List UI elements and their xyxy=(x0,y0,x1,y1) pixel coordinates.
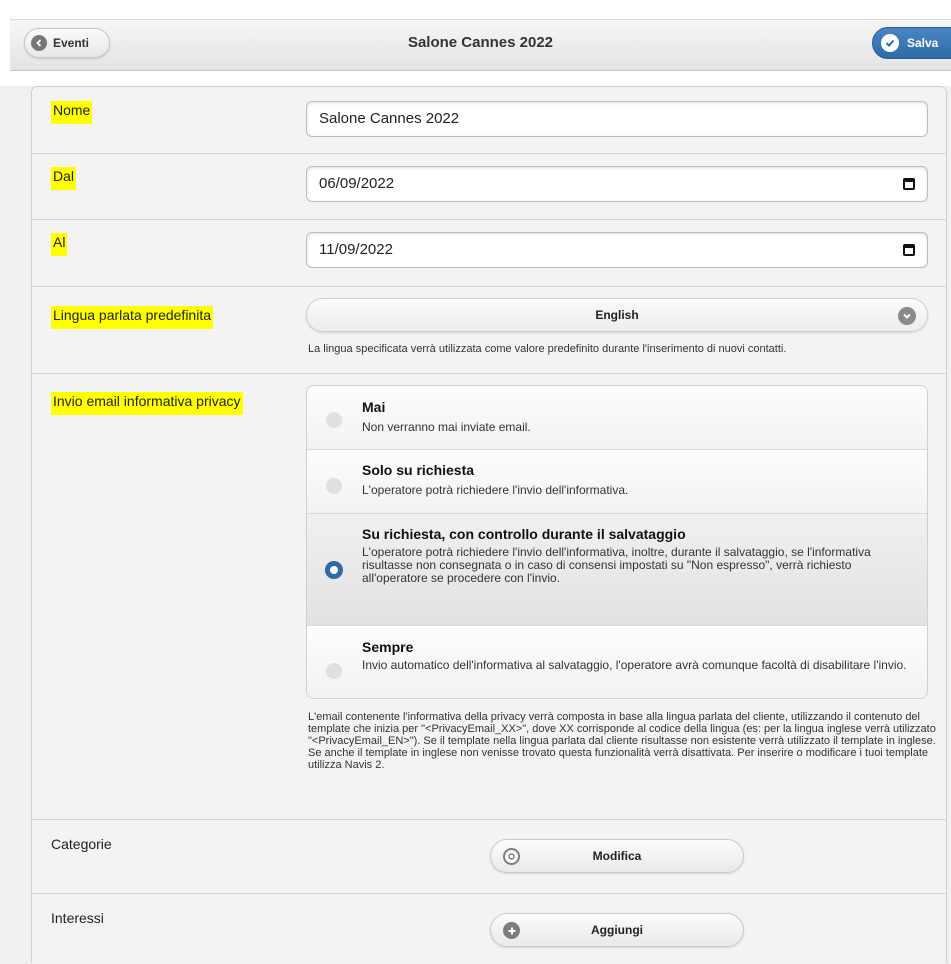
privacy-option-solo-richiesta[interactable]: Solo su richiesta L'operatore potrà rich… xyxy=(307,450,927,514)
row-lingua: Lingua parlata predefinita English La li… xyxy=(32,286,946,374)
aggiungi-button-label: Aggiungi xyxy=(591,923,643,937)
gear-icon xyxy=(503,848,520,865)
page-title: Salone Cannes 2022 xyxy=(407,34,554,51)
header: Eventi Salone Cannes 2022 Salva xyxy=(0,0,951,86)
chevron-down-icon xyxy=(898,307,916,325)
radio-button[interactable] xyxy=(326,412,342,428)
dal-date-input[interactable]: 06/09/2022 xyxy=(306,166,928,202)
option-title: Mai xyxy=(362,399,386,415)
al-date-value: 11/09/2022 xyxy=(319,241,393,258)
modifica-button[interactable]: Modifica xyxy=(490,839,744,873)
dal-label: Dal xyxy=(51,167,77,190)
lingua-selected-value: English xyxy=(595,308,639,322)
row-al: Al 11/09/2022 xyxy=(32,219,946,287)
lingua-label: Lingua parlata predefinita xyxy=(51,306,214,329)
option-description: L'operatore potrà richiedere l'invio del… xyxy=(362,545,871,585)
plus-icon xyxy=(503,922,520,939)
option-description: L'operatore potrà richiedere l'invio del… xyxy=(362,483,629,497)
aggiungi-button[interactable]: Aggiungi xyxy=(490,913,744,947)
radio-button[interactable] xyxy=(326,663,342,679)
radio-button[interactable] xyxy=(326,478,342,494)
header-bar: Eventi Salone Cannes 2022 Salva xyxy=(10,19,951,71)
interessi-label: Interessi xyxy=(51,910,104,926)
row-categorie: Categorie Modifica xyxy=(32,819,946,894)
modifica-button-label: Modifica xyxy=(592,849,642,863)
row-dal: Dal 06/09/2022 xyxy=(32,153,946,220)
option-description: Non verranno mai inviate email. xyxy=(362,420,531,434)
radio-button-selected[interactable] xyxy=(326,562,342,578)
save-button-label: Salva xyxy=(907,36,939,50)
check-icon xyxy=(881,34,899,52)
lingua-select[interactable]: English xyxy=(306,298,928,332)
save-button[interactable]: Salva xyxy=(872,27,951,59)
privacy-option-sempre[interactable]: Sempre Invio automatico dell'informativa… xyxy=(307,626,927,698)
nome-input[interactable]: Salone Cannes 2022 xyxy=(306,101,928,137)
option-title: Sempre xyxy=(362,639,414,655)
al-date-input[interactable]: 11/09/2022 xyxy=(306,232,928,268)
privacy-option-mai[interactable]: Mai Non verranno mai inviate email. xyxy=(307,386,927,450)
calendar-icon[interactable] xyxy=(903,244,915,256)
lingua-help-text: La lingua specificata verrà utilizzata c… xyxy=(308,343,787,355)
row-nome: Nome Salone Cannes 2022 xyxy=(32,87,946,154)
option-description: Invio automatico dell'informativa al sal… xyxy=(362,658,907,672)
privacy-label: Invio email informativa privacy xyxy=(51,392,243,415)
dal-date-value: 06/09/2022 xyxy=(319,175,395,192)
row-privacy: Invio email informativa privacy Mai Non … xyxy=(32,373,946,820)
al-label: Al xyxy=(51,233,68,256)
nome-label: Nome xyxy=(51,101,93,124)
nome-input-value: Salone Cannes 2022 xyxy=(319,110,460,127)
option-title: Su richiesta, con controllo durante il s… xyxy=(362,526,686,542)
privacy-option-su-richiesta-controllo[interactable]: Su richiesta, con controllo durante il s… xyxy=(307,514,927,626)
categorie-label: Categorie xyxy=(51,836,112,852)
option-title: Solo su richiesta xyxy=(362,462,475,478)
privacy-radio-group: Mai Non verranno mai inviate email. Solo… xyxy=(306,385,928,699)
event-form: Nome Salone Cannes 2022 Dal 06/09/2022 A… xyxy=(31,86,947,963)
privacy-help-text: L'email contenente l'informativa della p… xyxy=(308,711,936,771)
calendar-icon[interactable] xyxy=(903,178,915,190)
row-interessi: Interessi Aggiungi xyxy=(32,893,946,964)
